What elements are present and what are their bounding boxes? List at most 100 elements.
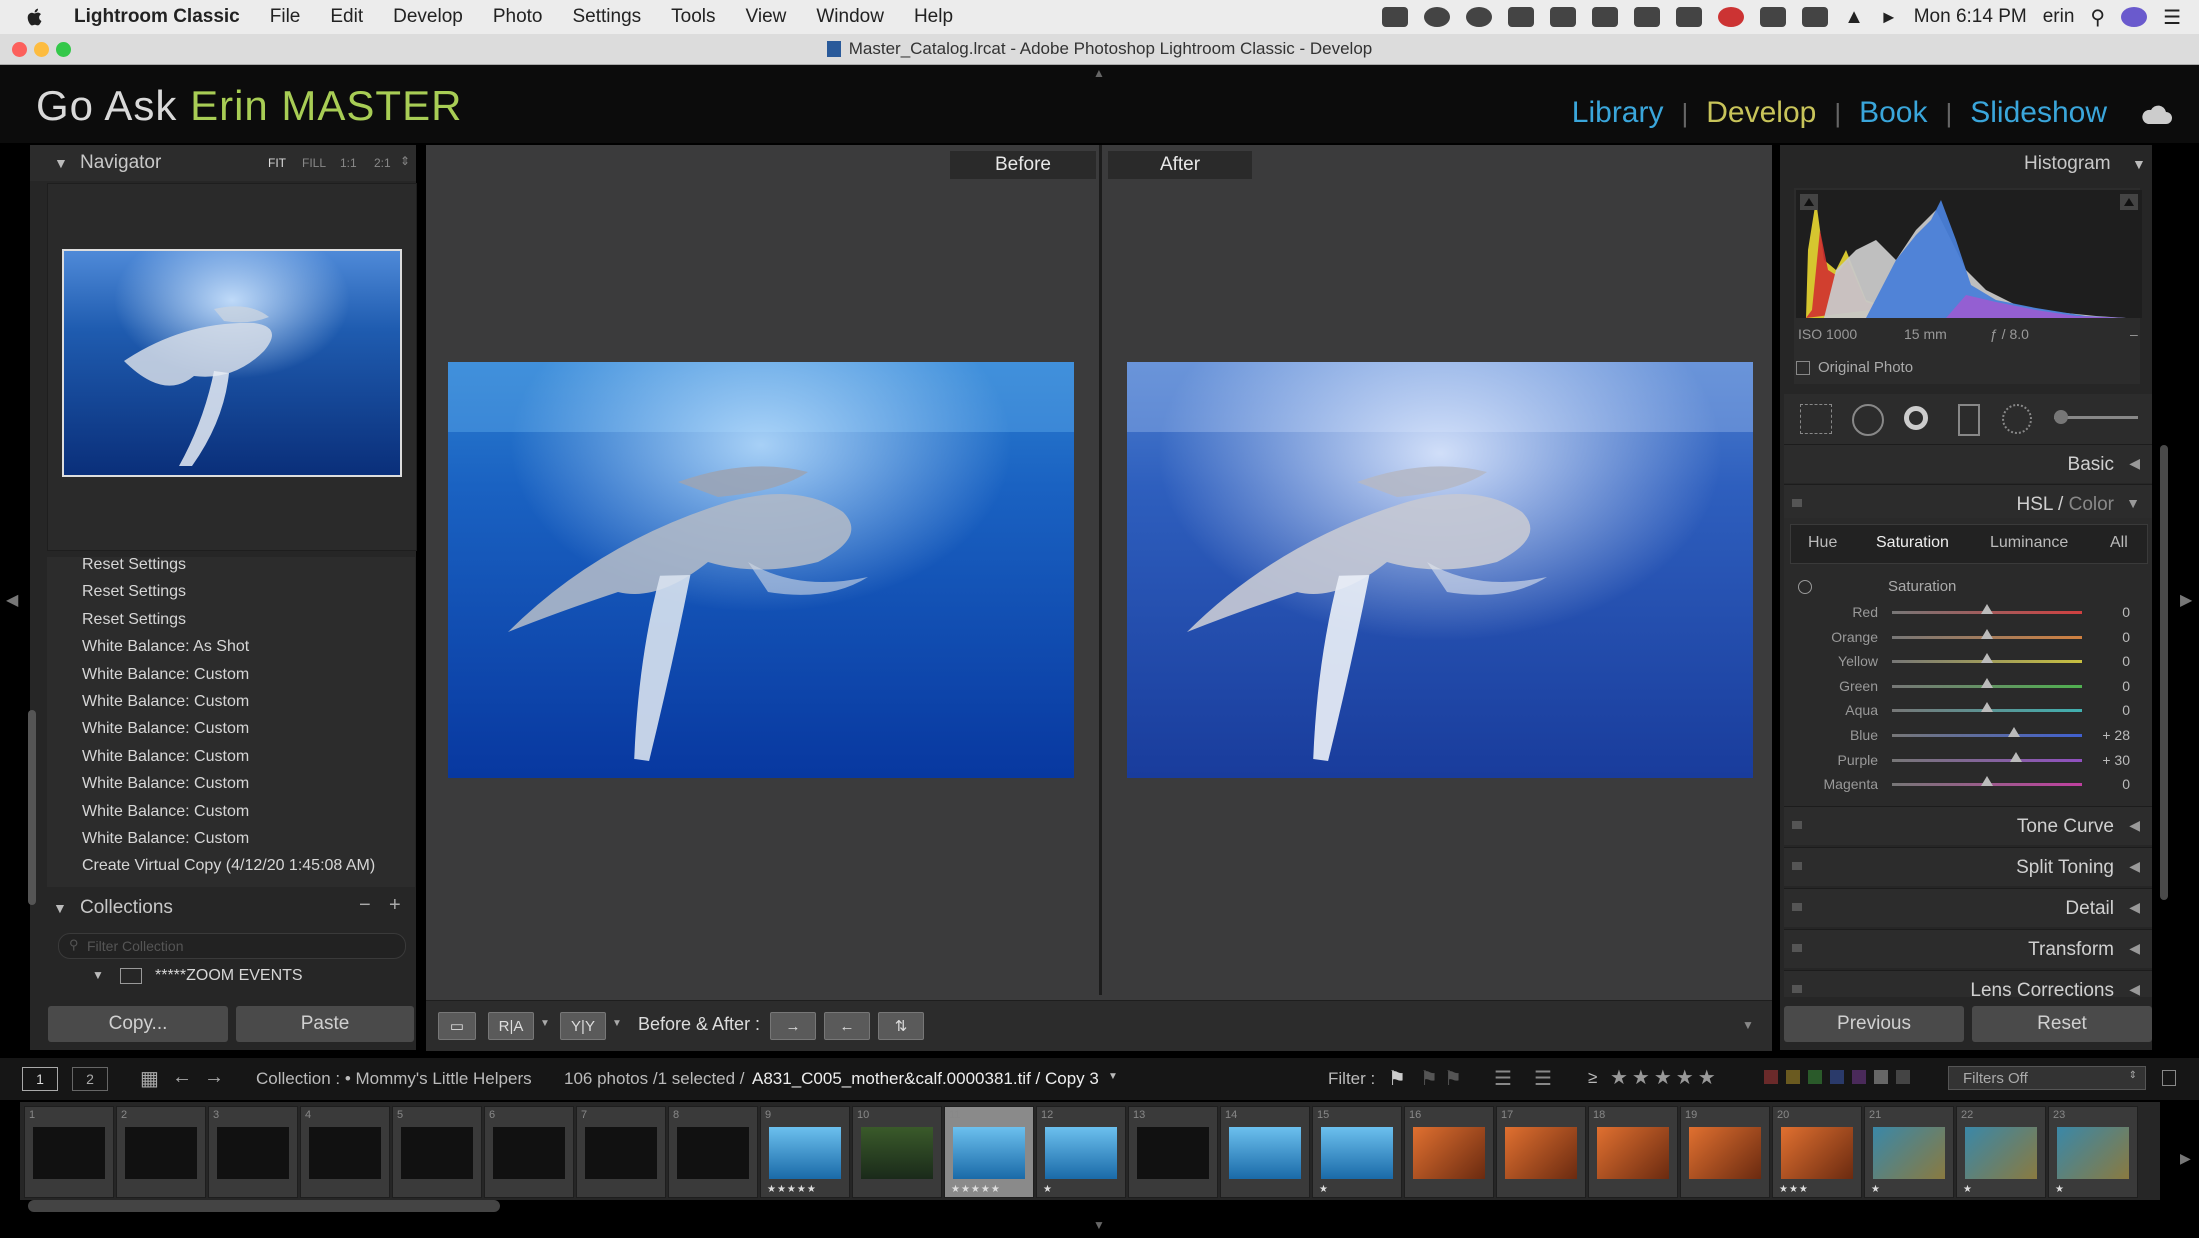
rating-filter-stars[interactable]: ★★★★★ bbox=[1610, 1065, 1720, 1090]
slider-knob[interactable] bbox=[2007, 727, 2020, 737]
history-item[interactable]: Create Virtual Copy (4/12/20 1:45:08 AM) bbox=[82, 857, 375, 875]
history-item[interactable]: White Balance: Custom bbox=[82, 803, 249, 821]
tone-curve-switch-icon[interactable] bbox=[1792, 821, 1802, 829]
collection-item[interactable]: *****ZOOM EVENTS bbox=[155, 967, 303, 985]
unedited-filter-icon[interactable]: ☰ bbox=[1534, 1066, 1552, 1091]
module-develop[interactable]: Develop bbox=[1706, 96, 1816, 130]
navigator-header[interactable]: ▼ Navigator FIT FILL 1:1 2:1 ⇕ bbox=[30, 145, 416, 181]
menu-window[interactable]: Window bbox=[816, 6, 884, 28]
screen-icon[interactable] bbox=[1382, 7, 1409, 27]
slider-aqua[interactable]: Aqua 0 bbox=[1790, 698, 2140, 722]
history-item[interactable]: Reset Settings bbox=[82, 611, 186, 629]
targeted-adjustment-icon[interactable] bbox=[1798, 580, 1812, 594]
filmstrip-thumbnail[interactable]: 18 bbox=[1588, 1106, 1678, 1198]
filename-dropdown-icon[interactable]: ▼ bbox=[1108, 1071, 1118, 1082]
adjustment-brush-icon[interactable] bbox=[2054, 410, 2068, 424]
slider-value[interactable]: 0 bbox=[2122, 776, 2130, 792]
menu-edit[interactable]: Edit bbox=[330, 6, 363, 28]
filmstrip-thumbnail[interactable]: 1 bbox=[24, 1106, 114, 1198]
filmstrip-thumbnail[interactable]: 8 bbox=[668, 1106, 758, 1198]
module-book[interactable]: Book bbox=[1859, 96, 1927, 130]
menu-develop[interactable]: Develop bbox=[393, 6, 463, 28]
lens-corrections-switch-icon[interactable] bbox=[1792, 985, 1802, 993]
filmstrip-thumbnail[interactable]: 21 ★ bbox=[1864, 1106, 1954, 1198]
collection-source[interactable]: Collection : • Mommy's Little Helpers bbox=[256, 1069, 532, 1089]
menu-settings[interactable]: Settings bbox=[573, 6, 642, 28]
slider-value[interactable]: 0 bbox=[2122, 629, 2130, 645]
filmstrip-thumbnail[interactable]: 4 bbox=[300, 1106, 390, 1198]
zoom-menu-icon[interactable]: ⇕ bbox=[400, 154, 410, 168]
copy-before-to-after-icon[interactable]: → bbox=[770, 1012, 816, 1040]
zoom-window-button[interactable] bbox=[56, 42, 71, 57]
module-slideshow[interactable]: Slideshow bbox=[1970, 96, 2107, 130]
slider-value[interactable]: 0 bbox=[2122, 604, 2130, 620]
lens-corrections-expand-icon[interactable]: ◀ bbox=[2129, 981, 2140, 997]
histogram-graph[interactable] bbox=[1796, 190, 2142, 318]
edited-filter-icon[interactable]: ☰ bbox=[1494, 1066, 1512, 1091]
split-toning-switch-icon[interactable] bbox=[1792, 862, 1802, 870]
before-photo[interactable] bbox=[448, 362, 1074, 778]
after-photo[interactable] bbox=[1127, 362, 1753, 778]
apple-icon[interactable] bbox=[24, 6, 46, 28]
toolbar-menu-icon[interactable]: ▼ bbox=[1742, 1018, 1754, 1032]
dropbox-icon[interactable] bbox=[1592, 7, 1619, 27]
history-item[interactable]: White Balance: Custom bbox=[82, 666, 249, 684]
slider-knob[interactable] bbox=[2009, 751, 2022, 762]
rating-gte-icon[interactable]: ≥ bbox=[1588, 1068, 1597, 1088]
spot-removal-icon[interactable] bbox=[1852, 404, 1884, 436]
module-library[interactable]: Library bbox=[1572, 96, 1664, 130]
tone-curve-expand-icon[interactable]: ◀ bbox=[2129, 817, 2140, 834]
detail-section-header[interactable]: Detail ◀ bbox=[1784, 888, 2152, 927]
left-panel-toggle-icon[interactable]: ◀ bbox=[6, 590, 18, 610]
hsl-tab-all[interactable]: All bbox=[2110, 534, 2128, 552]
cloud-sync-icon[interactable] bbox=[2140, 102, 2174, 128]
transform-switch-icon[interactable] bbox=[1792, 944, 1802, 952]
reset-button[interactable]: Reset bbox=[1972, 1006, 2152, 1042]
add-collection-icon[interactable]: + bbox=[389, 894, 401, 917]
selected-filename[interactable]: A831_C005_mother&calf.0000381.tif / Copy… bbox=[752, 1069, 1099, 1089]
grid-view-icon[interactable]: ▦ bbox=[140, 1066, 159, 1091]
left-panel-scrollbar[interactable] bbox=[28, 710, 36, 905]
menu-app[interactable]: Lightroom Classic bbox=[74, 6, 240, 28]
collections-header[interactable]: ▼ Collections − + bbox=[47, 892, 415, 922]
minimize-window-button[interactable] bbox=[34, 42, 49, 57]
collection-expand-icon[interactable]: ▼ bbox=[92, 968, 104, 982]
history-item[interactable]: Reset Settings bbox=[82, 556, 186, 574]
wifi-icon[interactable]: ▲ bbox=[1844, 6, 1864, 29]
filmstrip-next-icon[interactable]: ▶ bbox=[2180, 1150, 2191, 1167]
red-eye-icon[interactable] bbox=[1904, 406, 1928, 430]
filter-lock-icon[interactable] bbox=[2162, 1070, 2176, 1086]
slider-value[interactable]: 0 bbox=[2122, 678, 2130, 694]
history-item[interactable]: White Balance: Custom bbox=[82, 720, 249, 738]
color-label-green[interactable] bbox=[1808, 1070, 1822, 1084]
color-label-other[interactable] bbox=[1874, 1070, 1888, 1084]
hsl-tab-luminance[interactable]: Luminance bbox=[1990, 534, 2068, 552]
collection-filter-input[interactable]: ⚲ Filter Collection bbox=[58, 933, 406, 959]
slider-value[interactable]: 0 bbox=[2122, 653, 2130, 669]
main-window-button[interactable]: 1 bbox=[22, 1067, 58, 1091]
view-mode-dropdown-icon[interactable]: ▼ bbox=[540, 1018, 550, 1029]
slider-green[interactable]: Green 0 bbox=[1790, 674, 2140, 698]
filmstrip-thumbnail[interactable]: 9 ★★★★★ bbox=[760, 1106, 850, 1198]
hsl-switch-icon[interactable] bbox=[1792, 499, 1802, 507]
basic-section-header[interactable]: Basic ◀ bbox=[1784, 444, 2152, 483]
hsl-tab-saturation[interactable]: Saturation bbox=[1876, 534, 1949, 552]
slider-magenta[interactable]: Magenta 0 bbox=[1790, 772, 2140, 796]
detail-expand-icon[interactable]: ◀ bbox=[2129, 899, 2140, 916]
filmstrip-thumbnail[interactable]: 13 bbox=[1128, 1106, 1218, 1198]
menu-photo[interactable]: Photo bbox=[493, 6, 543, 28]
history-item[interactable]: White Balance: Custom bbox=[82, 748, 249, 766]
slider-value[interactable]: + 30 bbox=[2102, 752, 2130, 768]
navigator-collapse-icon[interactable]: ▼ bbox=[54, 155, 68, 171]
flag-filter-icon[interactable]: ⚑ bbox=[1388, 1066, 1406, 1091]
filmstrip-thumbnail[interactable]: 7 bbox=[576, 1106, 666, 1198]
rejected-filter-icon[interactable]: ⚑ bbox=[1444, 1066, 1462, 1091]
history-item[interactable]: White Balance: Custom bbox=[82, 693, 249, 711]
history-item[interactable]: White Balance: As Shot bbox=[82, 638, 249, 656]
top-panel-toggle-icon[interactable]: ▲ bbox=[1093, 66, 1105, 80]
color-label-yellow[interactable] bbox=[1786, 1070, 1800, 1084]
copy-after-to-before-icon[interactable]: ← bbox=[824, 1012, 870, 1040]
filmstrip-thumbnail[interactable]: 22 ★ bbox=[1956, 1106, 2046, 1198]
filmstrip-thumbnail[interactable]: 19 bbox=[1680, 1106, 1770, 1198]
basic-expand-icon[interactable]: ◀ bbox=[2129, 455, 2140, 472]
